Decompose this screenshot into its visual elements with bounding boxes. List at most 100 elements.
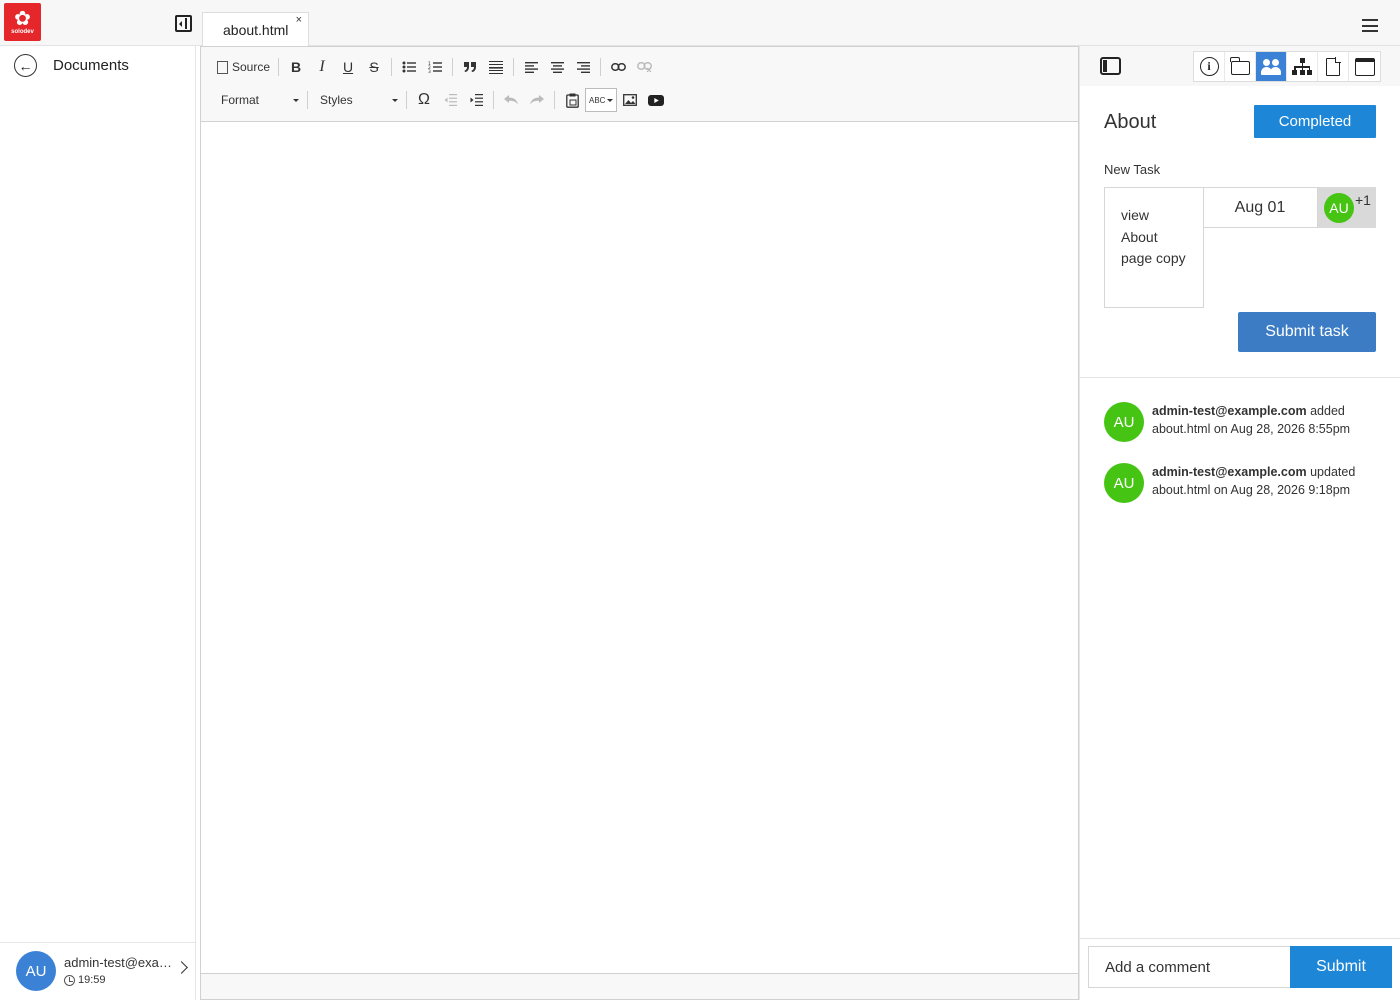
underline-button[interactable]: U	[335, 55, 361, 79]
toolbar-separator	[554, 91, 555, 109]
format-label: Format	[221, 93, 260, 107]
outdent-icon[interactable]	[437, 88, 463, 112]
activity-detail: about.html on Aug 28, 2026 8:55pm	[1152, 422, 1351, 436]
tab-page[interactable]	[1318, 52, 1349, 81]
user-footer[interactable]: AU admin-test@example.com 19:59	[0, 942, 195, 1000]
folder-icon	[1230, 57, 1250, 75]
numbered-list-icon[interactable]: 123	[422, 55, 448, 79]
left-sidebar: ← Documents AU admin-test@example.com 19…	[0, 46, 196, 1000]
back-to-documents[interactable]: ← Documents	[14, 54, 129, 77]
activity-user: admin-test@example.com	[1152, 404, 1307, 418]
submit-comment-button[interactable]: Submit	[1290, 946, 1392, 988]
info-icon: i	[1199, 57, 1219, 76]
window-icon	[1354, 57, 1375, 76]
collapse-sidebar-icon[interactable]	[175, 15, 192, 32]
task-label: New Task	[1104, 162, 1161, 177]
activity-action: added	[1310, 404, 1345, 418]
align-left-icon[interactable]	[518, 55, 544, 79]
comment-input[interactable]	[1088, 946, 1291, 988]
tab-folder[interactable]	[1225, 52, 1256, 81]
panel-title: About	[1104, 111, 1157, 133]
tab-sitemap[interactable]	[1287, 52, 1318, 81]
status-completed-button[interactable]: Completed	[1254, 105, 1376, 138]
toolbar-separator	[278, 58, 280, 76]
tab-label: about.html	[223, 22, 289, 38]
task-assignee-picker[interactable]: AU +1	[1318, 187, 1376, 228]
link-icon[interactable]	[605, 55, 631, 79]
editor-toolbar: Source B I U S 123 Format Styles Ω ABC	[201, 47, 1078, 122]
user-email: admin-test@example.com	[64, 955, 176, 970]
undo-icon[interactable]	[498, 88, 524, 112]
image-icon[interactable]	[617, 88, 643, 112]
toolbar-separator	[307, 91, 308, 109]
hamburger-menu-icon[interactable]	[1362, 19, 1378, 32]
source-button[interactable]: Source	[213, 55, 274, 79]
tab-info[interactable]: i	[1194, 52, 1225, 81]
more-assignees-count: +1	[1355, 192, 1371, 208]
strikethrough-button[interactable]: S	[361, 55, 387, 79]
bold-button[interactable]: B	[283, 55, 309, 79]
tab-about-html[interactable]: about.html ×	[202, 12, 309, 47]
toolbar-separator	[391, 58, 393, 76]
align-center-icon[interactable]	[544, 55, 570, 79]
divider	[1080, 377, 1400, 378]
activity-detail: about.html on Aug 28, 2026 9:18pm	[1152, 483, 1351, 497]
right-panel: i About Completed New Task view About pa…	[1079, 46, 1400, 1000]
task-description-field[interactable]: view About page copy	[1104, 187, 1204, 308]
italic-button[interactable]: I	[309, 55, 335, 79]
avatar: AU	[1324, 193, 1354, 223]
avatar: AU	[1104, 463, 1144, 503]
source-label: Source	[232, 60, 271, 74]
avatar: AU	[16, 951, 56, 991]
styles-dropdown[interactable]: Styles	[312, 88, 402, 112]
redo-icon[interactable]	[524, 88, 550, 112]
activity-text: admin-test@example.com added about.html …	[1152, 402, 1382, 438]
clock-icon	[64, 974, 75, 986]
styles-label: Styles	[320, 93, 353, 107]
format-dropdown[interactable]: Format	[213, 88, 303, 112]
page-icon	[1326, 57, 1341, 76]
spellcheck-icon: ABC	[589, 95, 606, 105]
align-right-icon[interactable]	[570, 55, 596, 79]
source-doc-icon	[217, 60, 228, 74]
top-bar: ✿ solodev about.html ×	[0, 0, 1400, 47]
sidebar-toggle-icon[interactable]	[1100, 57, 1121, 75]
toolbar-separator	[600, 58, 602, 76]
bulleted-list-icon[interactable]	[396, 55, 422, 79]
submit-task-button[interactable]: Submit task	[1238, 312, 1376, 352]
toolbar-separator	[452, 58, 454, 76]
caret-down-icon	[607, 98, 614, 102]
special-character-icon[interactable]: Ω	[411, 88, 437, 112]
svg-text:3: 3	[428, 69, 431, 73]
task-due-date-field[interactable]: Aug 01	[1203, 187, 1318, 228]
flower-logo-icon: ✿	[14, 7, 31, 30]
tab-users[interactable]	[1256, 52, 1287, 81]
toolbar-separator	[406, 91, 407, 109]
youtube-icon[interactable]	[643, 88, 669, 112]
panel-tabs: i	[1193, 51, 1381, 82]
back-label: Documents	[53, 57, 129, 74]
indent-icon[interactable]	[463, 88, 489, 112]
toolbar-separator	[493, 91, 494, 109]
users-icon	[1261, 58, 1281, 75]
spellcheck-dropdown[interactable]: ABC	[585, 88, 618, 112]
horizontal-rule-icon[interactable]	[483, 55, 509, 79]
session-time: 19:59	[64, 974, 106, 986]
solodev-logo[interactable]: ✿ solodev	[4, 3, 41, 41]
activity-action: updated	[1310, 465, 1356, 479]
chevron-right-icon[interactable]	[175, 961, 188, 974]
tab-close-icon[interactable]: ×	[296, 14, 302, 26]
activity-text: admin-test@example.com updated about.htm…	[1152, 463, 1382, 499]
paste-from-word-icon[interactable]	[559, 88, 585, 112]
editor-status-bar	[201, 973, 1078, 999]
sitemap-icon	[1292, 58, 1312, 75]
activity-user: admin-test@example.com	[1152, 465, 1307, 479]
tab-window[interactable]	[1349, 52, 1380, 81]
toolbar-separator	[513, 58, 515, 76]
editor-content-area[interactable]	[201, 122, 1078, 973]
arrow-left-icon: ←	[14, 54, 37, 77]
unlink-icon[interactable]	[631, 55, 657, 79]
logo-text: solodev	[11, 28, 34, 35]
session-time-value: 19:59	[78, 974, 106, 986]
blockquote-icon[interactable]	[457, 55, 483, 79]
